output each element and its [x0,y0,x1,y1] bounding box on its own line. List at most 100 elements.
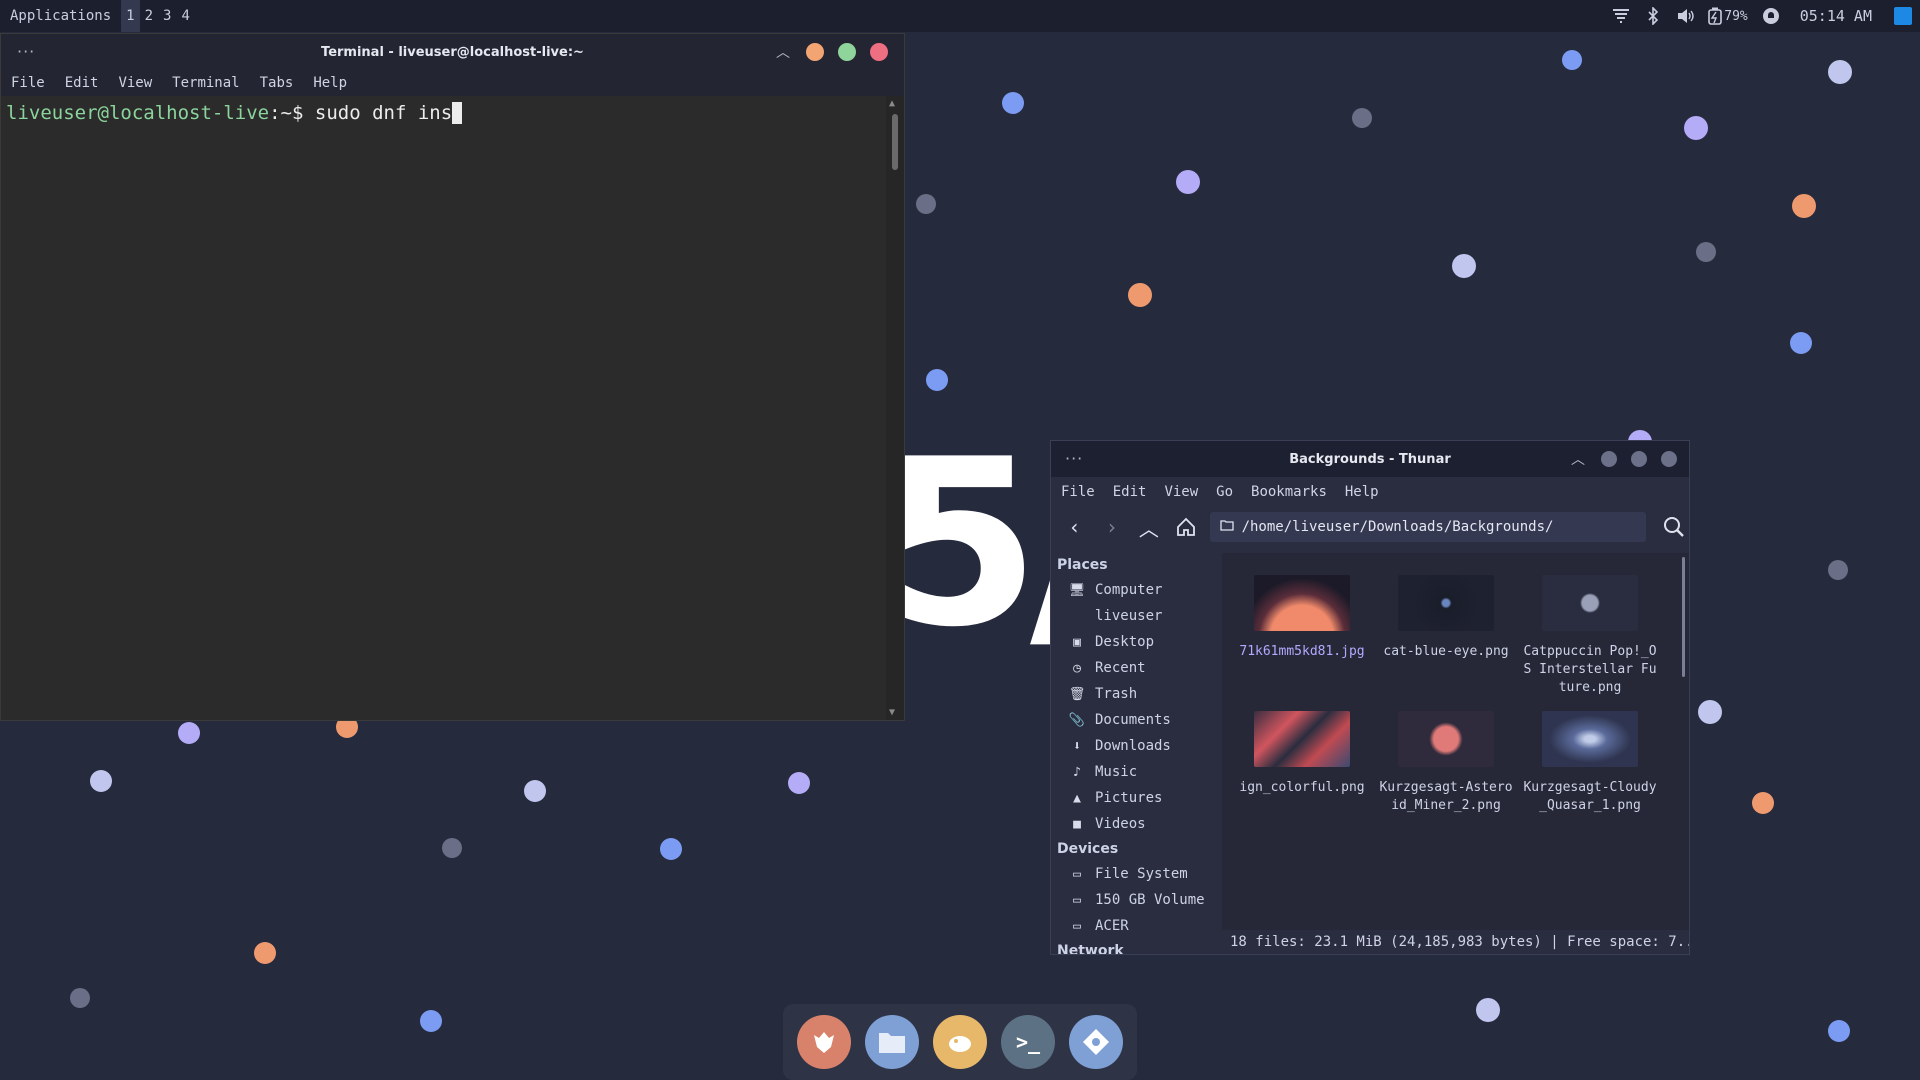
gimp-icon[interactable] [933,1015,987,1069]
bluetooth-icon[interactable] [1644,7,1662,25]
window-menu-icon[interactable]: ··· [17,42,35,61]
maximize-button[interactable] [1631,451,1647,467]
sidebar-item-music[interactable]: ♪ Music [1051,759,1221,785]
parent-folder-icon[interactable]: ︿ [1135,513,1162,541]
sidebar-item-videos[interactable]: ■ Videos [1051,811,1221,837]
show-desktop-button[interactable] [1894,7,1912,25]
forward-arrow-icon[interactable]: › [1098,513,1125,541]
terminal-window: ··· Terminal - liveuser@localhost-live:~… [0,33,905,721]
sidebar-item-label: Trash [1095,686,1138,702]
search-icon[interactable] [1660,512,1689,542]
sidebar-item-label: ACER [1095,918,1129,934]
scroll-down-arrow-icon[interactable]: ▼ [889,707,895,718]
firefox-icon[interactable] [797,1015,851,1069]
scrollbar-thumb[interactable] [892,114,898,170]
shade-chevron-icon[interactable]: ︿ [774,42,792,62]
terminal-menubar: File Edit View Terminal Tabs Help [1,70,904,96]
workspace-3[interactable]: 3 [158,0,176,32]
file-item[interactable]: ign_colorful.png [1230,711,1374,815]
minimize-button[interactable] [806,43,824,61]
places-header: Places [1057,557,1108,573]
file-item[interactable]: Catppuccin Pop!_OS Interstellar Future.p… [1518,575,1662,697]
recent-icon: ◷ [1073,660,1081,676]
back-arrow-icon[interactable]: ‹ [1061,513,1088,541]
terminal-titlebar[interactable]: ··· Terminal - liveuser@localhost-live:~… [1,34,904,70]
thunar-toolbar: ‹ › ︿ /home/liveuser/Downloads/Backgroun… [1051,507,1689,547]
menu-file[interactable]: File [11,75,45,91]
file-view-scrollbar[interactable] [1682,557,1685,677]
wallpaper-dot [1790,332,1812,354]
wallpaper-dot [1176,170,1200,194]
sidebar-item-computer[interactable]: 🖥 Computer [1051,577,1221,603]
wallpaper-dot [1684,116,1708,140]
file-thumbnail [1398,575,1494,631]
home-icon[interactable] [1172,513,1199,541]
file-item[interactable]: 71k61mm5kd81.jpg [1230,575,1374,697]
sidebar-item-desktop[interactable]: ▣ Desktop [1051,629,1221,655]
wallpaper-dot [524,780,546,802]
terminal-icon[interactable]: >_ [1001,1015,1055,1069]
wallpaper-dot [788,772,810,794]
menu-edit[interactable]: Edit [1113,484,1147,500]
file-name: Catppuccin Pop!_OS Interstellar Future.p… [1523,644,1657,695]
videos-icon: ■ [1073,816,1081,832]
menu-view[interactable]: View [118,75,152,91]
sidebar-item-downloads[interactable]: ⬇ Downloads [1051,733,1221,759]
folder-icon [1219,519,1234,535]
clock[interactable]: 05:14 AM [1800,7,1872,25]
maximize-button[interactable] [838,43,856,61]
wallpaper-dot [1828,560,1848,580]
menu-view[interactable]: View [1164,484,1198,500]
close-button[interactable] [870,43,888,61]
file-item[interactable]: cat-blue-eye.png [1374,575,1518,697]
menu-tabs[interactable]: Tabs [260,75,294,91]
menu-terminal[interactable]: Terminal [172,75,239,91]
menu-file[interactable]: File [1061,484,1095,500]
sidebar-item-label: File System [1095,866,1188,882]
terminal-output[interactable]: liveuser@localhost-live:~$ sudo dnf ins [1,96,886,720]
menu-edit[interactable]: Edit [65,75,99,91]
sidebar-item-documents[interactable]: 📎 Documents [1051,707,1221,733]
menu-help[interactable]: Help [313,75,347,91]
workspace-2[interactable]: 2 [140,0,158,32]
menu-bookmarks[interactable]: Bookmarks [1251,484,1327,500]
volume-icon[interactable] [1676,7,1694,25]
workspace-4[interactable]: 4 [176,0,194,32]
drive-icon: ▭ [1073,918,1081,934]
wallpaper-dot [442,838,462,858]
prompt-path: :~$ [269,102,315,124]
location-bar[interactable]: /home/liveuser/Downloads/Backgrounds/ [1209,512,1646,542]
trash-icon: 🗑 [1068,686,1086,702]
window-menu-icon[interactable]: ··· [1065,449,1083,468]
prompt-user: liveuser@localhost-live [6,102,270,124]
battery-icon[interactable]: 79% [1708,7,1748,25]
file-item[interactable]: Kurzgesagt-Asteroid_Miner_2.png [1374,711,1518,815]
thunar-titlebar[interactable]: ··· Backgrounds - Thunar ︿ [1051,441,1689,477]
sidebar-item-pictures[interactable]: ▲ Pictures [1051,785,1221,811]
sidebar-item-trash[interactable]: 🗑 Trash [1051,681,1221,707]
file-view[interactable]: 71k61mm5kd81.jpg cat-blue-eye.png Catppu… [1222,553,1689,930]
scroll-up-arrow-icon[interactable]: ▲ [889,98,895,109]
sidebar-item-label: Downloads [1095,738,1171,754]
terminal-scrollbar[interactable]: ▲ ▼ [886,96,904,720]
sidebar-item-recent[interactable]: ◷ Recent [1051,655,1221,681]
files-icon[interactable] [865,1015,919,1069]
sidebar-item-volume[interactable]: ▭ 150 GB Volume [1051,887,1221,913]
settings-icon[interactable] [1069,1015,1123,1069]
file-item[interactable]: Kurzgesagt-Cloudy_Quasar_1.png [1518,711,1662,815]
notifications-icon[interactable] [1762,7,1780,25]
sidebar-item-filesystem[interactable]: ▭ File System [1051,861,1221,887]
workspace-1[interactable]: 1 [121,0,140,32]
applications-menu[interactable]: Applications [0,0,121,32]
menu-help[interactable]: Help [1345,484,1379,500]
sidebar-item-acer[interactable]: ▭ ACER [1051,913,1221,939]
network-icon[interactable] [1612,7,1630,25]
minimize-button[interactable] [1601,451,1617,467]
close-button[interactable] [1661,451,1677,467]
menu-go[interactable]: Go [1216,484,1233,500]
sidebar-item-liveuser[interactable]: liveuser [1051,603,1221,629]
wallpaper-dot [1698,700,1722,724]
top-panel: Applications 1 2 3 4 79% 05:14 AM [0,0,1920,32]
wallpaper-dot [660,838,682,860]
shade-chevron-icon[interactable]: ︿ [1569,449,1587,469]
